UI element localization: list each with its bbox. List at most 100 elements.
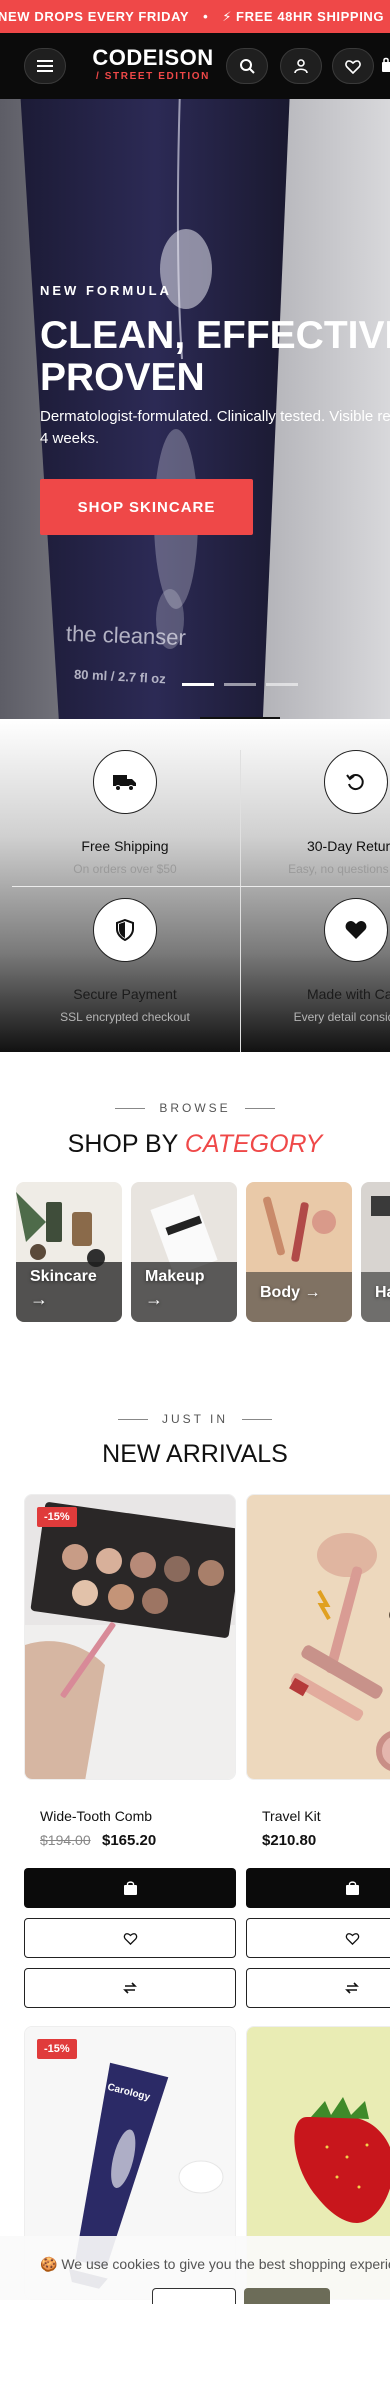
search-icon xyxy=(240,59,255,74)
discount-badge: -15% xyxy=(37,2039,77,2059)
cookie-message: 🍪 We use cookies to give you the best sh… xyxy=(40,2256,390,2273)
hero-progress-bar xyxy=(200,717,280,719)
logo-tagline: / STREET EDITION xyxy=(96,71,210,82)
product-image[interactable] xyxy=(246,1494,390,1780)
feature-made-with-care: Made with Care Every detail considered xyxy=(236,898,390,1024)
shield-icon xyxy=(93,898,157,962)
truck-icon xyxy=(93,750,157,814)
feature-secure-payment: Secure Payment SSL encrypted checkout xyxy=(5,898,245,1024)
category-card-hair[interactable]: Hair xyxy=(361,1182,390,1322)
wishlist-icon xyxy=(345,59,361,74)
hero-title: CLEAN, EFFECTIVE, PROVEN xyxy=(40,315,390,399)
bolt-icon: ⚡ xyxy=(222,8,233,24)
hero-title-line: CLEAN, EFFECTIVE, xyxy=(40,314,390,357)
hero-subtitle-line: 4 weeks. xyxy=(40,430,100,447)
search-button[interactable] xyxy=(226,48,268,84)
divider xyxy=(12,886,390,887)
add-to-cart-button[interactable] xyxy=(24,1868,236,1908)
heart-icon xyxy=(324,898,388,962)
hero-eyebrow: NEW FORMULA xyxy=(40,283,172,298)
add-to-wishlist-button[interactable] xyxy=(24,1918,236,1958)
product-image[interactable]: -15% xyxy=(24,1494,236,1780)
product-name[interactable]: Travel Kit xyxy=(262,1808,321,1824)
slide-indicators xyxy=(182,683,298,686)
bag-icon xyxy=(345,1881,359,1895)
feature-title: 30-Day Returns xyxy=(306,838,390,854)
section-title: NEW ARRIVALS xyxy=(102,1440,288,1468)
heart-icon xyxy=(345,1932,359,1945)
feature-free-shipping: Free Shipping On orders over $50 xyxy=(5,750,245,876)
category-label: Skincare → xyxy=(30,1266,97,1310)
section-eyebrow: JUST IN xyxy=(0,1412,390,1426)
compare-button[interactable] xyxy=(24,1968,236,2008)
feature-returns: 30-Day Returns Easy, no questions asked xyxy=(236,750,390,876)
compare-icon xyxy=(123,1982,137,1994)
compare-button[interactable] xyxy=(246,1968,390,2008)
category-label: Body → xyxy=(260,1282,320,1304)
compare-icon xyxy=(345,1982,359,1994)
slide-dot-1[interactable] xyxy=(182,683,214,686)
hero-banner: the cleanser 80 ml / 2.7 fl oz NEW FORMU… xyxy=(0,99,390,719)
category-card-skincare[interactable]: Skincare → xyxy=(16,1182,122,1322)
feature-subtitle: Easy, no questions asked xyxy=(288,862,390,876)
eyebrow-rule xyxy=(117,1419,148,1421)
section-title-text: SHOP BY xyxy=(67,1130,185,1158)
feature-title: Free Shipping xyxy=(81,838,169,854)
product-card[interactable]: Travel Kit $210.80 xyxy=(246,1494,390,2014)
cookie-decline-button[interactable] xyxy=(152,2288,236,2304)
product-price: $210.80 xyxy=(262,1832,317,1849)
arrow-right-icon: → xyxy=(304,1284,321,1301)
feature-title: Made with Care xyxy=(306,986,390,1002)
category-name: Hair xyxy=(375,1284,390,1301)
hero-title-line: PROVEN xyxy=(40,356,205,399)
eyebrow-rule xyxy=(244,1108,275,1110)
cookie-accept-button[interactable] xyxy=(244,2288,330,2304)
add-to-cart-button[interactable] xyxy=(246,1868,390,1908)
product-photo xyxy=(247,1495,390,1779)
account-icon xyxy=(294,59,308,74)
announcement-item: ⚡ FREE 48HR SHIPPING xyxy=(222,9,384,25)
logo[interactable]: CODEISON / STREET EDITION xyxy=(88,46,218,84)
announcement-bar: NEW DROPS EVERY FRIDAY • ⚡ FREE 48HR SHIP… xyxy=(0,0,390,33)
announcement-text: FREE 48HR SHIPPING xyxy=(236,8,385,24)
product-photo xyxy=(25,1495,235,1779)
product-card[interactable]: -15% Wide-Tooth Comb $194.00 $165.20 xyxy=(24,1494,236,2014)
site-header: CODEISON / STREET EDITION xyxy=(0,33,390,99)
page: NEW DROPS EVERY FRIDAY • ⚡ FREE 48HR SHIP… xyxy=(0,0,390,2400)
section-title-accent: CATEGORY xyxy=(184,1130,323,1158)
menu-icon xyxy=(37,60,53,72)
eyebrow-text: BROWSE xyxy=(159,1101,231,1115)
menu-button[interactable] xyxy=(24,48,66,84)
product-name[interactable]: Wide-Tooth Comb xyxy=(40,1808,152,1824)
bag-icon xyxy=(123,1881,137,1895)
slide-dot-2[interactable] xyxy=(224,683,256,686)
hero-product-label: the cleanser xyxy=(65,620,187,651)
category-name: Makeup xyxy=(145,1268,205,1285)
shop-skincare-button[interactable]: SHOP SKINCARE xyxy=(40,479,253,535)
hero-subtitle: Dermatologist-formulated. Clinically tes… xyxy=(40,406,390,450)
discount-badge: -15% xyxy=(37,1507,77,1527)
account-button[interactable] xyxy=(280,48,322,84)
category-card-body[interactable]: Body → xyxy=(246,1182,352,1322)
arrow-right-icon: → xyxy=(30,1289,48,1309)
cookie-icon: 🍪 xyxy=(40,2256,58,2272)
feature-title: Secure Payment xyxy=(73,986,177,1002)
feature-subtitle: Every detail considered xyxy=(293,1010,390,1024)
feature-subtitle: SSL encrypted checkout xyxy=(60,1010,190,1024)
hero-subtitle-line: Dermatologist-formulated. Clinically tes… xyxy=(40,408,390,425)
category-card-makeup[interactable]: Makeup → xyxy=(131,1182,237,1322)
eyebrow-rule xyxy=(115,1108,146,1110)
slide-dot-3[interactable] xyxy=(266,683,298,686)
return-icon xyxy=(324,750,388,814)
heart-icon xyxy=(123,1932,137,1945)
product-price: $165.20 xyxy=(102,1832,157,1849)
cookie-text: We use cookies to give you the best shop… xyxy=(61,2256,390,2272)
feature-subtitle: On orders over $50 xyxy=(73,862,177,876)
wishlist-button[interactable] xyxy=(332,48,374,84)
announcement-separator: • xyxy=(203,9,209,24)
cart-button[interactable] xyxy=(382,57,390,73)
add-to-wishlist-button[interactable] xyxy=(246,1918,390,1958)
announcement-item: NEW DROPS EVERY FRIDAY xyxy=(0,9,190,24)
logo-wordmark: CODEISON xyxy=(92,45,214,70)
eyebrow-text: JUST IN xyxy=(161,1412,229,1426)
